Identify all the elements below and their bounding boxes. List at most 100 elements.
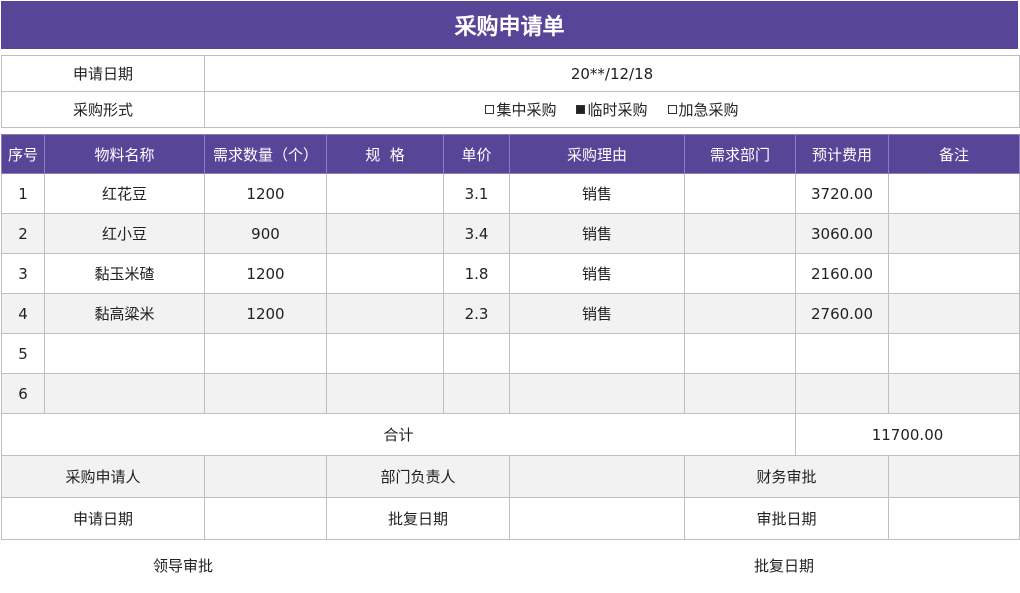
- cell-price[interactable]: 3.4: [443, 213, 510, 254]
- cell-no[interactable]: 3: [1, 253, 45, 294]
- cell-note[interactable]: [888, 293, 1020, 334]
- total-value: 11700.00: [795, 413, 1020, 456]
- form-option[interactable]: 临时采购: [576, 99, 648, 120]
- dept-head-field[interactable]: [509, 455, 685, 498]
- form-label: 采购形式: [1, 91, 205, 128]
- review-date-label: 审批日期: [684, 497, 889, 540]
- cell-name[interactable]: [44, 373, 205, 414]
- cell-cost[interactable]: 3060.00: [795, 213, 889, 254]
- cell-reason[interactable]: 销售: [509, 253, 685, 294]
- finance-label: 财务审批: [684, 455, 889, 498]
- checked-checkbox-icon[interactable]: [576, 105, 586, 114]
- cell-spec[interactable]: [326, 333, 444, 374]
- form-option-label: 临时采购: [587, 101, 648, 119]
- cell-reason[interactable]: [509, 333, 685, 374]
- cell-no[interactable]: 5: [1, 333, 45, 374]
- items-table: 序号 物料名称 需求数量（个）规 格单价 采购理由 需求部门 预计费用 备注 1 红花豆 120…: [1, 134, 1020, 540]
- cell-name[interactable]: 红花豆: [44, 173, 205, 214]
- cell-dept[interactable]: [684, 293, 796, 334]
- cell-note[interactable]: [888, 333, 1020, 374]
- table-header: 序号 物料名称 需求数量（个）规 格单价 采购理由 需求部门 预计费用 备注: [1, 134, 1020, 174]
- cell-dept[interactable]: [684, 253, 796, 294]
- cell-qty[interactable]: [204, 373, 327, 414]
- cell-note[interactable]: [888, 253, 1020, 294]
- info-table: 申请日期 20**/12/18 采购形式 集中采购 临时采购 加急采购: [1, 55, 1020, 128]
- dept-head-label: 部门负责人: [326, 455, 510, 498]
- form-option[interactable]: 集中采购: [485, 99, 556, 120]
- cell-name[interactable]: 黏玉米碴: [44, 253, 205, 294]
- cell-dept[interactable]: [684, 213, 796, 254]
- applicant-field[interactable]: [204, 455, 327, 498]
- table-row: 2 红小豆 900 3.4 销售 3060.00: [1, 213, 1020, 254]
- cell-reason[interactable]: [509, 373, 685, 414]
- cell-no[interactable]: 2: [1, 213, 45, 254]
- form-option-label: 加急采购: [678, 101, 739, 119]
- column-header: 备注: [888, 134, 1020, 174]
- column-header: 物料名称: [44, 134, 205, 174]
- column-header: 需求数量（个）: [204, 134, 327, 174]
- cell-no[interactable]: 1: [1, 173, 45, 214]
- column-header: 规 格: [326, 134, 444, 174]
- column-header: 单价: [443, 134, 510, 174]
- cell-dept[interactable]: [684, 373, 796, 414]
- approve-date-field[interactable]: [509, 497, 685, 540]
- cell-no[interactable]: 6: [1, 373, 45, 414]
- checkbox-icon[interactable]: [667, 105, 677, 114]
- cell-note[interactable]: [888, 213, 1020, 254]
- form-title: 采购申请单: [1, 1, 1018, 49]
- table-row: 4 黏高粱米 1200 2.3 销售 2760.00: [1, 293, 1020, 334]
- reply-date-label: 批复日期: [754, 557, 815, 575]
- cell-qty[interactable]: 1200: [204, 173, 327, 214]
- form-options: 集中采购 临时采购 加急采购: [204, 91, 1020, 128]
- form-option-label: 集中采购: [496, 101, 557, 119]
- table-row: 3 黏玉米碴 1200 1.8 销售 2160.00: [1, 253, 1020, 294]
- cell-note[interactable]: [888, 173, 1020, 214]
- column-header: 序号: [1, 134, 45, 174]
- cell-cost[interactable]: [795, 333, 889, 374]
- cell-price[interactable]: 3.1: [443, 173, 510, 214]
- column-header: 预计费用: [795, 134, 889, 174]
- total-label: 合计: [1, 413, 796, 456]
- apply-date-field[interactable]: [204, 497, 327, 540]
- apply-date-label: 申请日期: [1, 497, 205, 540]
- form-option[interactable]: 加急采购: [667, 99, 739, 120]
- cell-spec[interactable]: [326, 293, 444, 334]
- cell-price[interactable]: [443, 373, 510, 414]
- cell-price[interactable]: 1.8: [443, 253, 510, 294]
- cell-price[interactable]: [443, 333, 510, 374]
- cell-spec[interactable]: [326, 253, 444, 294]
- checkbox-icon[interactable]: [485, 105, 495, 114]
- finance-field[interactable]: [888, 455, 1020, 498]
- cell-note[interactable]: [888, 373, 1020, 414]
- cell-reason[interactable]: 销售: [509, 173, 685, 214]
- cell-cost[interactable]: [795, 373, 889, 414]
- review-date-field[interactable]: [888, 497, 1020, 540]
- cell-spec[interactable]: [326, 213, 444, 254]
- cell-name[interactable]: 黏高粱米: [44, 293, 205, 334]
- cell-name[interactable]: [44, 333, 205, 374]
- table-row: 6: [1, 373, 1020, 414]
- cell-qty[interactable]: 1200: [204, 253, 327, 294]
- cell-dept[interactable]: [684, 333, 796, 374]
- approve-date-label: 批复日期: [326, 497, 510, 540]
- cell-dept[interactable]: [684, 173, 796, 214]
- cell-reason[interactable]: 销售: [509, 293, 685, 334]
- cell-reason[interactable]: 销售: [509, 213, 685, 254]
- column-header: 采购理由: [509, 134, 685, 174]
- cell-price[interactable]: 2.3: [443, 293, 510, 334]
- cell-no[interactable]: 4: [1, 293, 45, 334]
- date-label: 申请日期: [1, 55, 205, 92]
- cell-qty[interactable]: [204, 333, 327, 374]
- cell-cost[interactable]: 3720.00: [795, 173, 889, 214]
- table-row: 1 红花豆 1200 3.1 销售 3720.00: [1, 173, 1020, 214]
- cell-cost[interactable]: 2760.00: [795, 293, 889, 334]
- cell-qty[interactable]: 1200: [204, 293, 327, 334]
- cell-qty[interactable]: 900: [204, 213, 327, 254]
- cell-name[interactable]: 红小豆: [44, 213, 205, 254]
- cell-spec[interactable]: [326, 173, 444, 214]
- cell-cost[interactable]: 2160.00: [795, 253, 889, 294]
- cell-spec[interactable]: [326, 373, 444, 414]
- leader-approval-label: 领导审批: [153, 557, 214, 575]
- table-row: 5: [1, 333, 1020, 374]
- date-value[interactable]: 20**/12/18: [204, 55, 1020, 92]
